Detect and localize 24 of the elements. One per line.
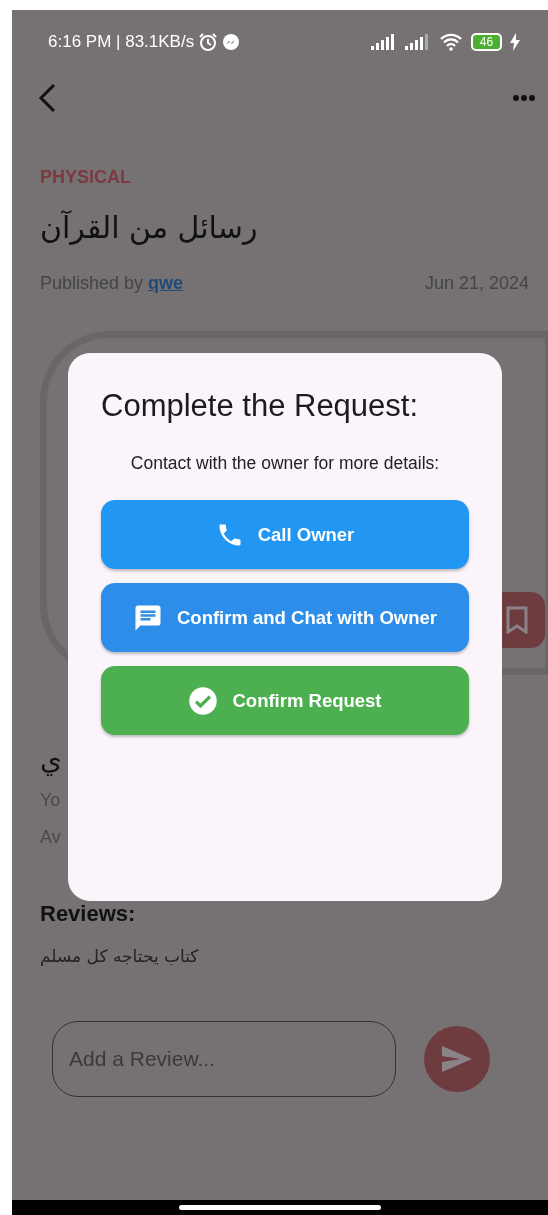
dialog-action-button[interactable]: Confirm and Chat with Owner: [101, 583, 469, 653]
more-options-icon[interactable]: [512, 94, 536, 102]
section-heading: ي: [40, 743, 62, 777]
dialog-action-button[interactable]: Call Owner: [101, 500, 469, 570]
send-icon: [442, 1046, 472, 1073]
signal-icon: [405, 34, 431, 50]
bookmark-icon: [506, 606, 528, 634]
charging-bolt-icon: [510, 33, 520, 51]
book-title: رسائل من القرآن: [40, 209, 258, 247]
signal-icon: [371, 34, 397, 50]
dialog-subtitle: Contact with the owner for more details:: [129, 452, 441, 476]
category-label: PHYSICAL: [40, 166, 132, 189]
reviews-heading: Reviews:: [40, 899, 137, 928]
review-input-field[interactable]: Add a Review...: [52, 1021, 396, 1098]
back-icon[interactable]: [38, 83, 56, 113]
dialog-action-button[interactable]: Confirm Request: [101, 666, 469, 736]
battery-indicator: 46: [471, 33, 502, 51]
status-time: 6:16 PM | 83.1KB/s: [48, 31, 195, 54]
author-link[interactable]: qwe: [148, 273, 184, 293]
wifi-icon: [439, 33, 463, 51]
review-text: كتاب يحتاجه كل مسلم: [40, 944, 199, 968]
alarm-clock-icon: [198, 32, 219, 52]
dialog-title: Complete the Request:: [101, 387, 420, 425]
check-circle-icon: [188, 685, 219, 716]
